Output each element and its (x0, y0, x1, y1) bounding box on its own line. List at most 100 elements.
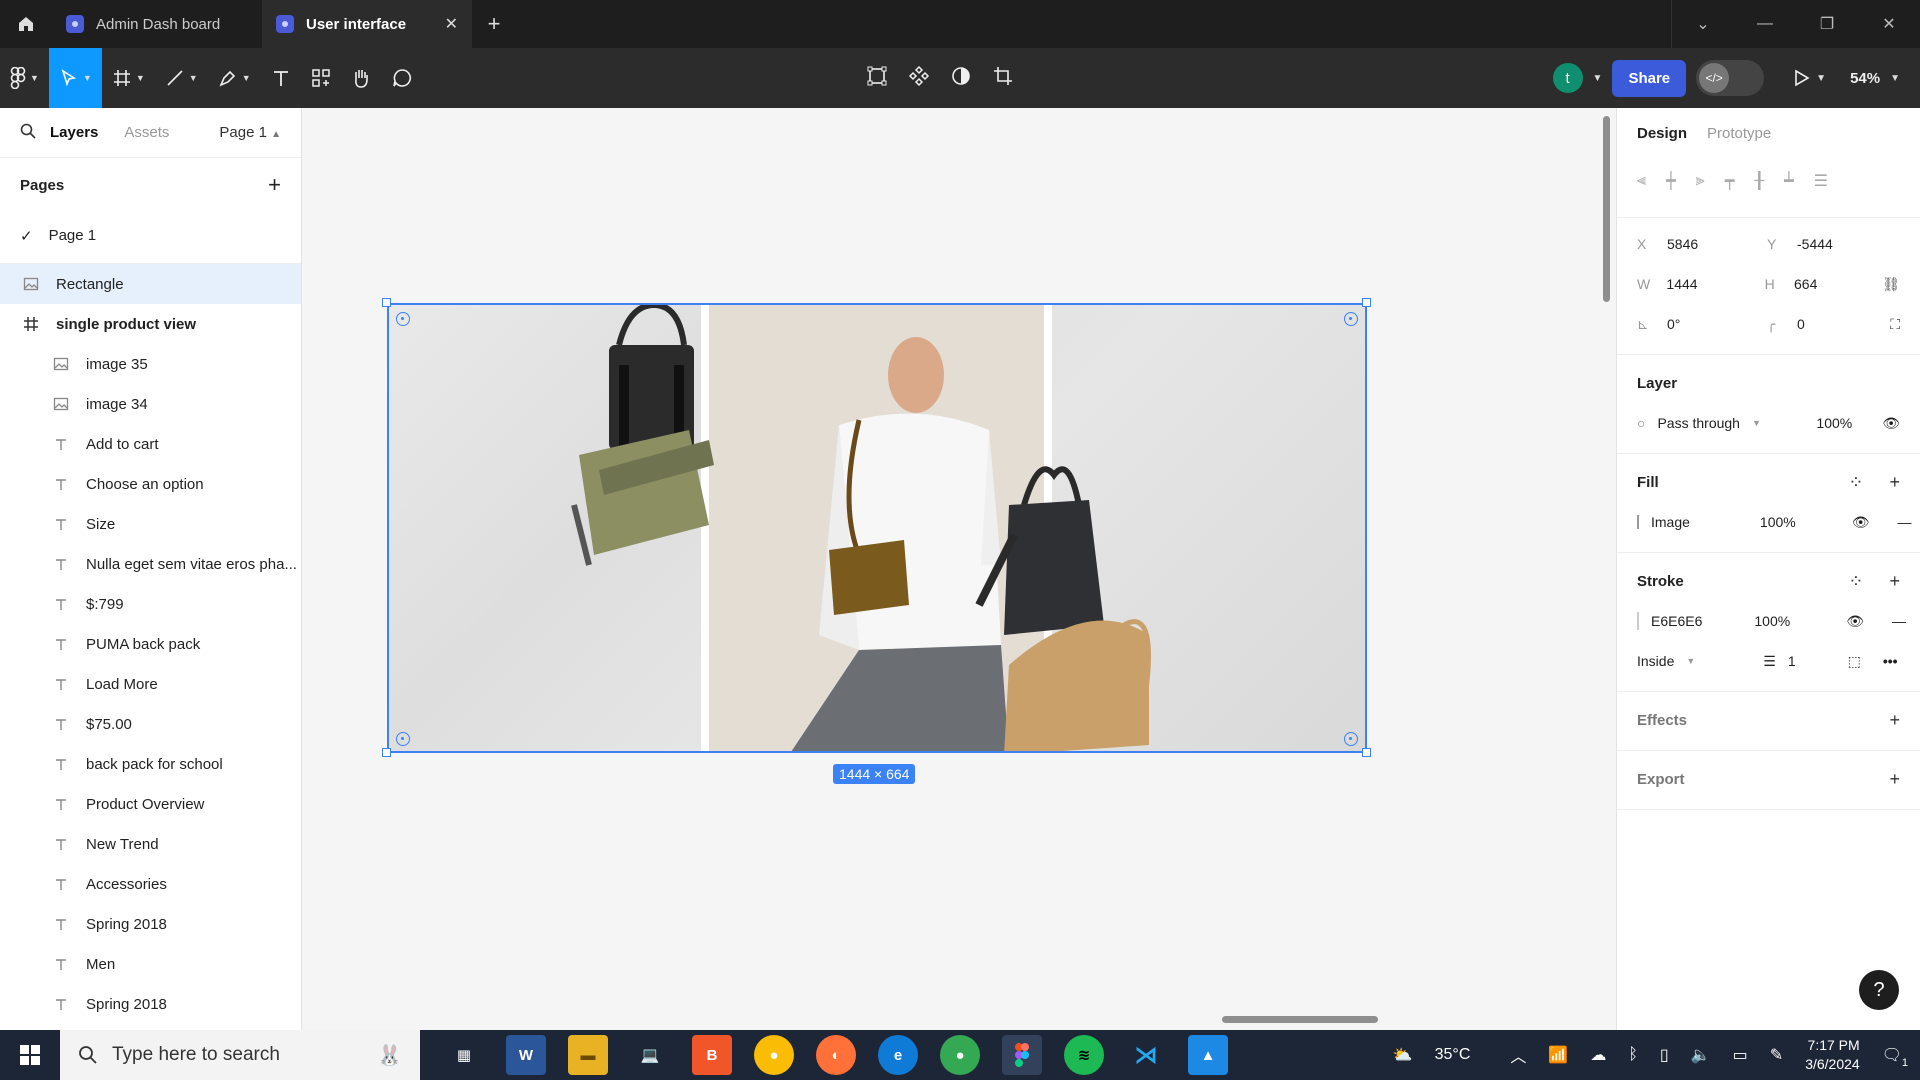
spotify-icon[interactable]: ≋ (1064, 1035, 1104, 1075)
layer-item[interactable]: New Trend (0, 824, 301, 864)
wifi-icon[interactable]: 📶 (1548, 1045, 1568, 1065)
stroke-opacity-input[interactable]: 100% (1754, 613, 1790, 629)
resources-tool-button[interactable] (301, 48, 341, 108)
taskbar-search[interactable]: Type here to search 🐰 (60, 1030, 420, 1080)
align-horizontal-center-icon[interactable]: ┿ (1666, 171, 1676, 191)
help-button[interactable]: ? (1859, 970, 1899, 1010)
align-right-icon[interactable]: ⫸ (1696, 172, 1705, 190)
tab-design[interactable]: Design (1637, 125, 1687, 142)
image-crop-handle[interactable] (1344, 312, 1358, 326)
pen-tool-button[interactable]: ▼ (208, 48, 261, 108)
remove-stroke-button[interactable]: — (1892, 613, 1906, 629)
line-tool-button[interactable]: ▼ (155, 48, 208, 108)
figma-app-icon[interactable] (1002, 1035, 1042, 1075)
resize-handle-bottom-right[interactable] (1362, 748, 1371, 757)
chevron-down-icon[interactable]: ▼ (1593, 73, 1603, 84)
styles-grid-icon[interactable]: ⁘ (1848, 571, 1863, 592)
stroke-sides-icon[interactable]: ⬚ (1848, 653, 1861, 670)
close-window-button[interactable]: ✕ (1858, 0, 1920, 48)
word-app-icon[interactable]: W (506, 1035, 546, 1075)
stroke-color-swatch[interactable] (1637, 612, 1639, 630)
minimize-button[interactable]: — (1734, 0, 1796, 48)
constrain-proportions-icon[interactable]: ⛓ (1882, 276, 1900, 293)
volume-icon[interactable]: 🔈 (1691, 1045, 1711, 1065)
x-input[interactable]: 5846 (1667, 236, 1757, 252)
firefox-icon[interactable]: ◐ (816, 1035, 856, 1075)
dev-mode-toggle[interactable]: </> (1696, 60, 1765, 96)
image-crop-handle[interactable] (396, 732, 410, 746)
bluetooth-icon[interactable]: ᛒ (1628, 1046, 1638, 1064)
photos-app-icon[interactable]: ▲ (1188, 1035, 1228, 1075)
corner-radius-input[interactable]: 0 (1797, 316, 1887, 332)
eye-icon[interactable]: 👁 (1846, 613, 1864, 630)
styles-grid-icon[interactable]: ⁘ (1848, 472, 1863, 493)
chrome-icon[interactable]: ● (754, 1035, 794, 1075)
create-component-icon[interactable] (908, 65, 930, 92)
resize-handle-top-right[interactable] (1362, 298, 1371, 307)
add-fill-button[interactable]: + (1889, 472, 1900, 493)
share-button[interactable]: Share (1612, 59, 1687, 97)
resize-handle-top-left[interactable] (382, 298, 391, 307)
layer-item[interactable]: Product Overview (0, 784, 301, 824)
new-tab-button[interactable]: + (472, 0, 516, 48)
fill-type-label[interactable]: Image (1651, 514, 1690, 530)
layer-item[interactable]: Nulla eget sem vitae eros pha... (0, 544, 301, 584)
avatar[interactable]: t (1552, 63, 1583, 93)
brave-browser-icon[interactable]: B (692, 1035, 732, 1075)
main-menu-button[interactable]: ▼ (0, 48, 49, 108)
search-icon[interactable] (20, 123, 36, 143)
tab-layers[interactable]: Layers (50, 124, 98, 141)
layer-item[interactable]: Choose an option (0, 464, 301, 504)
layer-item[interactable]: Rectangle (0, 264, 301, 304)
laptop-app-icon[interactable]: 💻 (630, 1035, 670, 1075)
stroke-weight-input[interactable]: 1 (1788, 653, 1796, 669)
selected-rectangle-image[interactable] (387, 303, 1367, 753)
fill-opacity-input[interactable]: 100% (1760, 514, 1796, 530)
vertical-scrollbar[interactable] (1603, 116, 1610, 302)
independent-corners-icon[interactable]: ⛶ (1890, 316, 1900, 333)
notifications-icon[interactable]: 🗨 1 (1882, 1045, 1908, 1069)
tab-assets[interactable]: Assets (124, 124, 169, 141)
chevron-up-icon[interactable]: ︿ (1510, 1043, 1526, 1067)
image-fill-icon[interactable] (1637, 515, 1639, 529)
layer-item[interactable]: $:799 (0, 584, 301, 624)
restore-button[interactable]: ❐ (1796, 0, 1858, 48)
battery-icon[interactable]: ▭ (1733, 1045, 1748, 1065)
hand-tool-button[interactable] (341, 48, 381, 108)
layer-opacity-input[interactable]: 100% (1816, 415, 1852, 431)
layer-item[interactable]: Accessories (0, 864, 301, 904)
align-bottom-icon[interactable]: ┷ (1784, 171, 1794, 191)
weather-temperature[interactable]: 35°C (1435, 1046, 1471, 1064)
layer-item[interactable]: Men (0, 944, 301, 984)
more-options-icon[interactable]: ••• (1883, 653, 1898, 669)
layer-item[interactable]: single product view (0, 304, 301, 344)
tab-user-interface[interactable]: User interface ✕ (262, 0, 472, 48)
height-input[interactable]: 664 (1794, 276, 1882, 292)
file-explorer-icon[interactable]: ▬ (568, 1035, 608, 1075)
close-tab-icon[interactable]: ✕ (445, 14, 458, 34)
tab-prototype[interactable]: Prototype (1707, 125, 1771, 142)
onedrive-icon[interactable]: ☁ (1590, 1045, 1606, 1065)
mask-icon[interactable] (950, 65, 972, 92)
layer-item[interactable]: image 35 (0, 344, 301, 384)
home-button[interactable] (0, 0, 52, 48)
vscode-icon[interactable]: ⋊ (1126, 1035, 1166, 1075)
start-button[interactable] (0, 1044, 60, 1066)
tab-admin-dash-board[interactable]: Admin Dash board (52, 0, 262, 48)
layer-item[interactable]: Spring 2018 (0, 984, 301, 1024)
eye-icon[interactable]: 👁 (1882, 415, 1900, 432)
layer-item[interactable]: back pack for school (0, 744, 301, 784)
add-page-button[interactable]: + (268, 172, 281, 198)
eye-icon[interactable]: 👁 (1852, 514, 1870, 531)
comment-tool-button[interactable] (381, 48, 423, 108)
image-crop-handle[interactable] (396, 312, 410, 326)
distribute-icon[interactable]: ☰ (1814, 171, 1828, 191)
edit-object-icon[interactable] (866, 65, 888, 92)
stroke-position-select[interactable]: Inside (1637, 653, 1674, 669)
align-left-icon[interactable]: ⫷ (1637, 172, 1646, 190)
page-item[interactable]: ✓ Page 1 (0, 212, 301, 264)
width-input[interactable]: 1444 (1666, 276, 1754, 292)
pen-icon[interactable]: ✎ (1770, 1045, 1783, 1065)
edge-icon[interactable]: e (878, 1035, 918, 1075)
present-button[interactable]: ▼ (1794, 69, 1826, 87)
